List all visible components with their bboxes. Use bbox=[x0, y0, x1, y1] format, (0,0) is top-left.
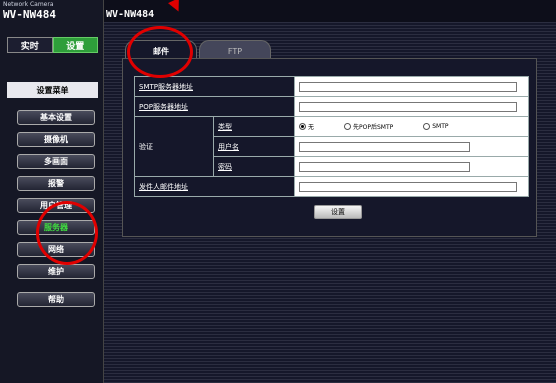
password-input[interactable] bbox=[299, 161, 470, 172]
username-cell bbox=[294, 136, 529, 157]
sidebar bbox=[0, 0, 104, 383]
sidebar-item-maintenance[interactable]: 维护 bbox=[17, 264, 95, 279]
sender-label: 发件人邮件地址 bbox=[134, 176, 295, 197]
auth-smtp-radio[interactable]: SMTP bbox=[423, 123, 449, 130]
menu-title: 设置菜单 bbox=[7, 82, 98, 98]
smtp-server-input[interactable] bbox=[299, 81, 517, 92]
set-button[interactable]: 设置 bbox=[314, 205, 362, 219]
smtp-server-label: SMTP服务器地址 bbox=[134, 76, 295, 97]
live-button[interactable]: 实时 bbox=[7, 37, 53, 53]
radio-on-icon bbox=[299, 123, 306, 130]
username-input[interactable] bbox=[299, 141, 470, 152]
password-cell bbox=[294, 156, 529, 177]
auth-type-cell: 无 先POP后SMTP SMTP bbox=[294, 116, 529, 137]
annotation-circle-tab bbox=[127, 26, 193, 78]
auth-type-label: 类型 bbox=[213, 116, 295, 137]
sidebar-item-help[interactable]: 帮助 bbox=[17, 292, 95, 307]
sidebar-item-camera[interactable]: 摄像机 bbox=[17, 132, 95, 147]
annotation-circle-menu bbox=[36, 201, 98, 265]
smtp-server-cell bbox=[294, 76, 529, 97]
username-label: 用户名 bbox=[213, 136, 295, 157]
sender-input[interactable] bbox=[299, 181, 517, 192]
sidebar-item-multiscreen[interactable]: 多画面 bbox=[17, 154, 95, 169]
sidebar-item-alarm[interactable]: 报警 bbox=[17, 176, 95, 191]
pop-server-label: POP服务器地址 bbox=[134, 96, 295, 117]
radio-off-icon bbox=[423, 123, 431, 130]
auth-pop-before-smtp-radio[interactable]: 先POP后SMTP bbox=[344, 122, 393, 131]
pop-server-cell bbox=[294, 96, 529, 117]
brand-logo: Network Camera WV-NW484 bbox=[3, 2, 56, 21]
sidebar-item-basic[interactable]: 基本设置 bbox=[17, 110, 95, 125]
sender-cell bbox=[294, 176, 529, 197]
mode-switch: 实时 设置 bbox=[7, 37, 98, 53]
radio-off-icon bbox=[344, 123, 352, 130]
auth-label: 验证 bbox=[134, 116, 214, 177]
brand-model: WV-NW484 bbox=[3, 8, 56, 21]
mail-settings-form: SMTP服务器地址 POP服务器地址 验证 类型 无 先POP后SMTP SMT… bbox=[134, 76, 529, 197]
pop-server-input[interactable] bbox=[299, 101, 517, 112]
product-title: WV-NW484 bbox=[106, 9, 155, 20]
auth-none-radio[interactable]: 无 bbox=[299, 122, 314, 131]
password-label: 密码 bbox=[213, 156, 295, 177]
setup-button[interactable]: 设置 bbox=[52, 37, 98, 53]
